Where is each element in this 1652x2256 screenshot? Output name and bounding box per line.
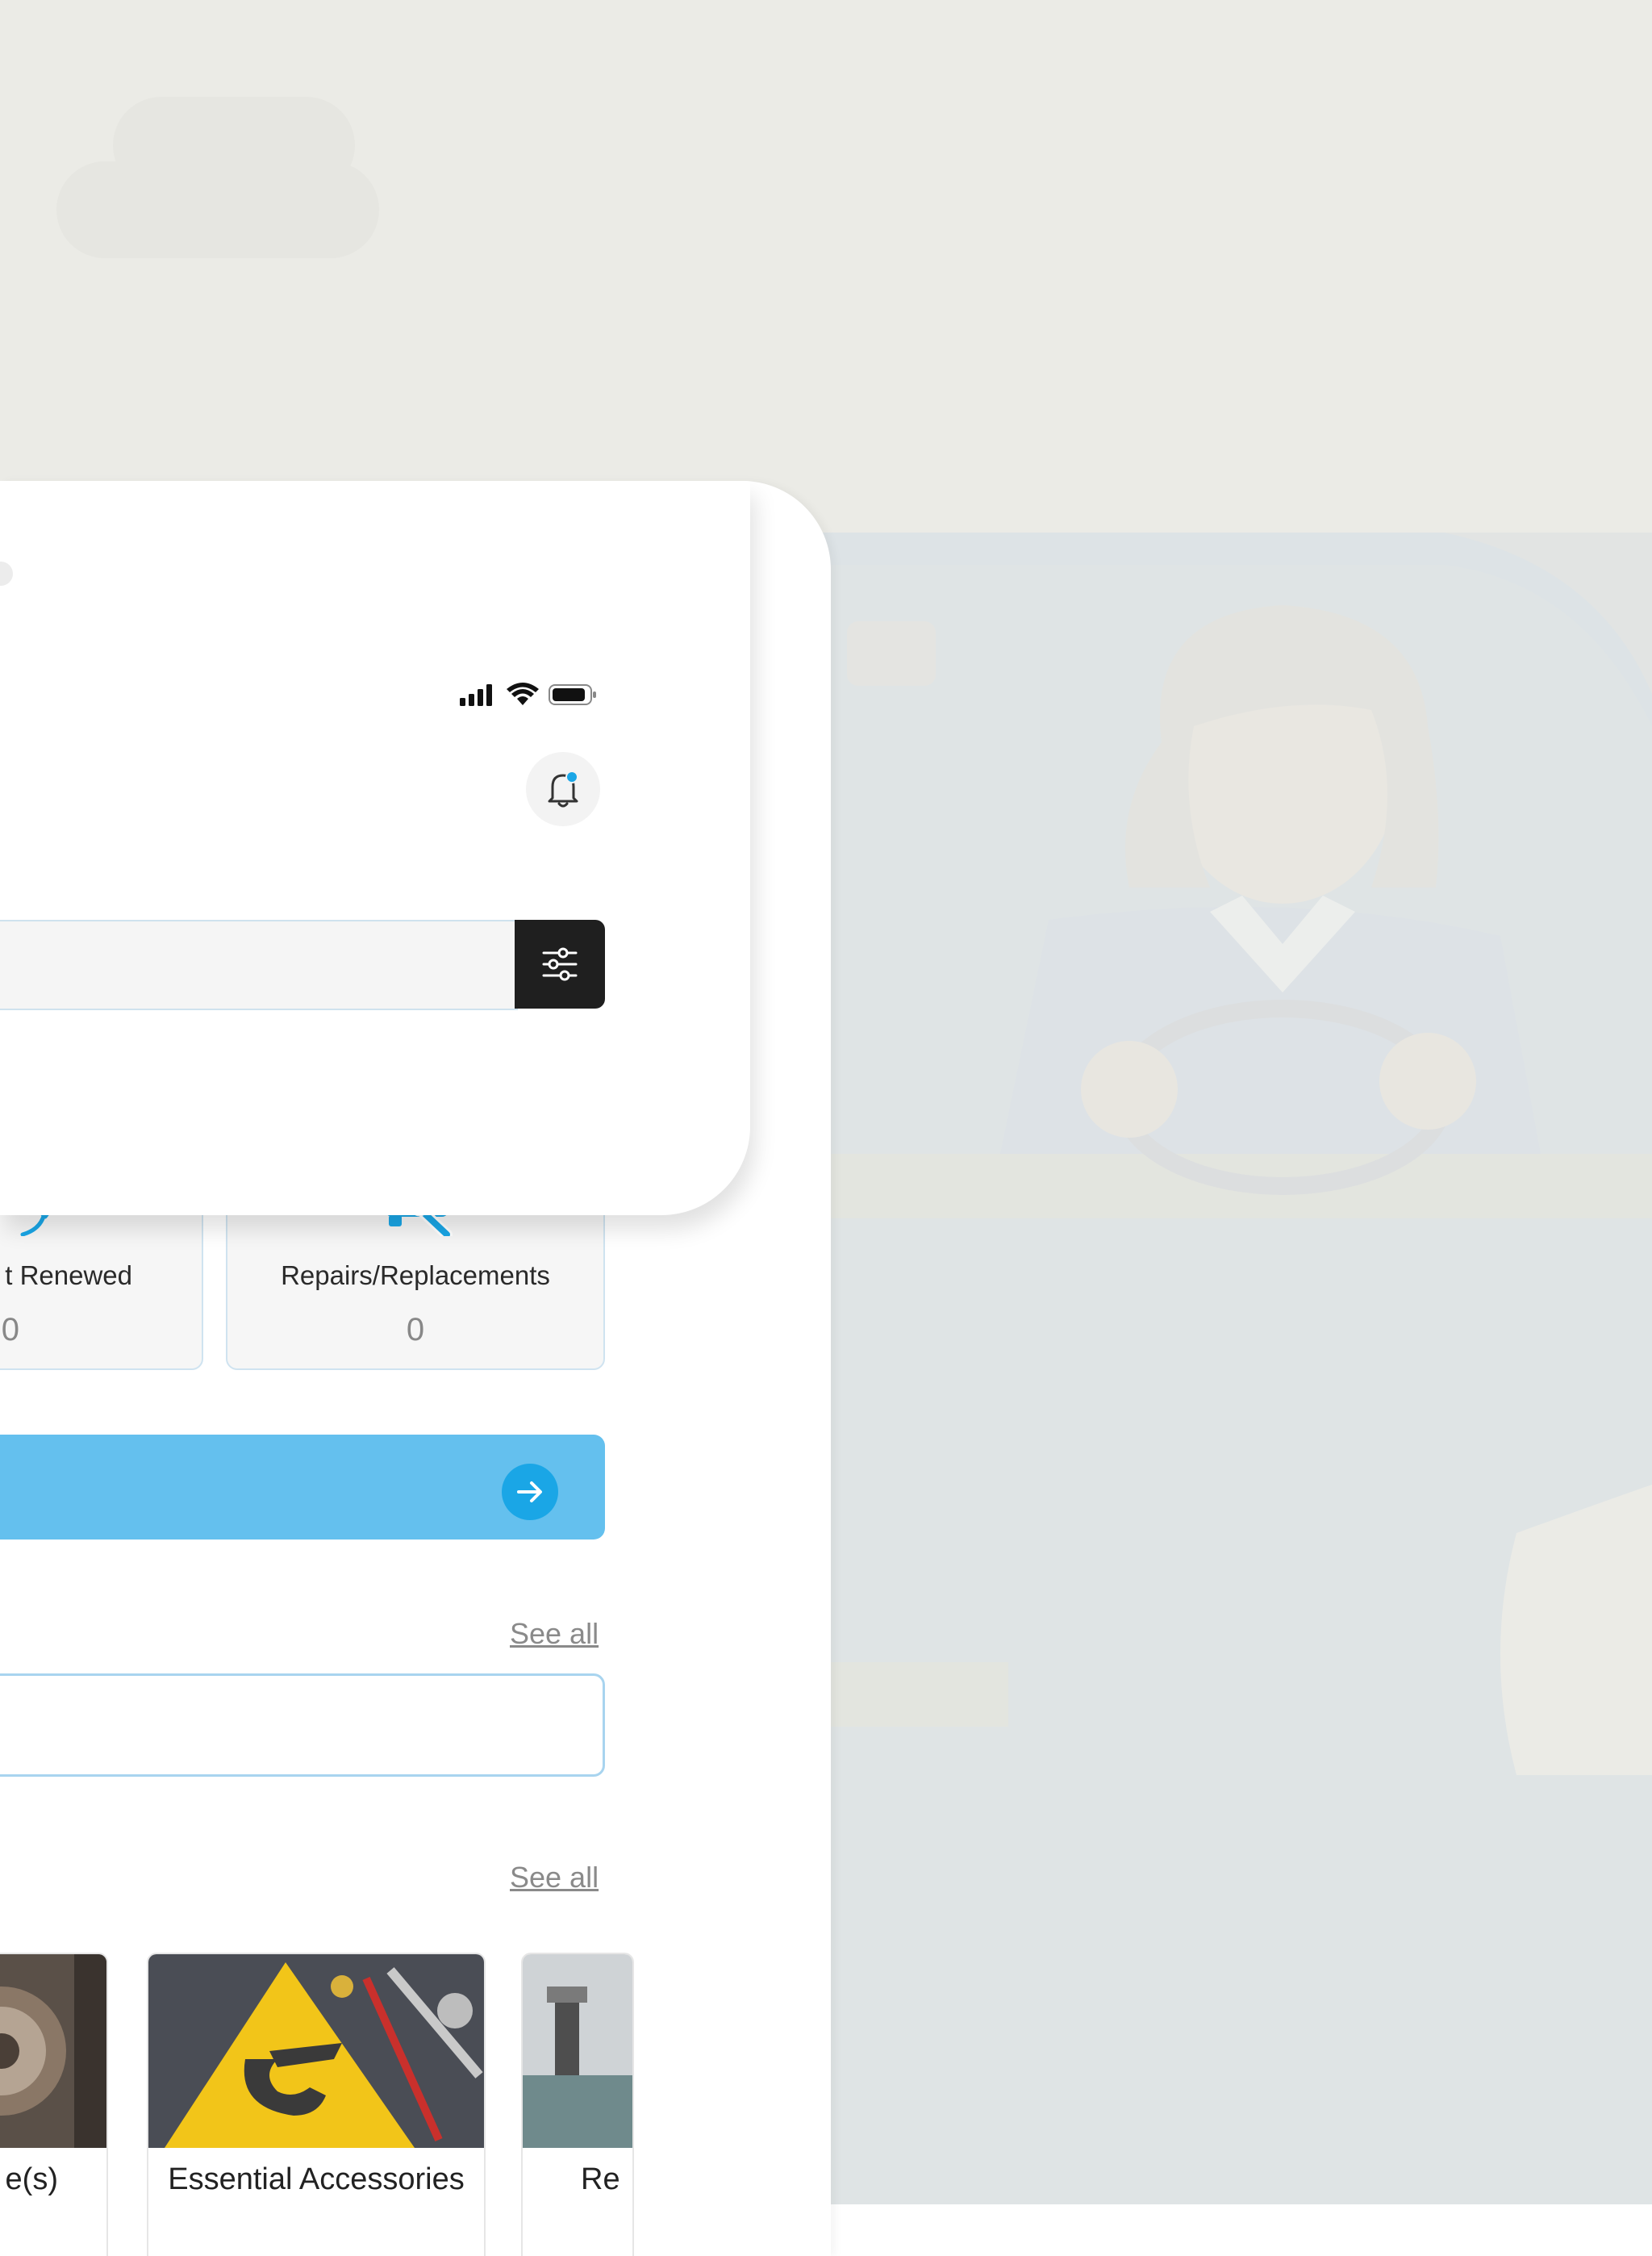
status-bar [460,683,597,707]
stat-label: Repairs/Replacements [281,1260,550,1290]
stat-label: t Renewed [5,1260,132,1290]
category-card[interactable]: e(s) [0,1953,108,2256]
filter-button[interactable] [515,920,605,1009]
category-label: Essential Accessories [168,2162,465,2196]
cta-arrow-button[interactable] [502,1464,558,1520]
cta-banner[interactable] [0,1435,605,1540]
category-image [523,1954,632,2148]
category-image [148,1954,484,2148]
phone-frame: t Renewed 0 Repairs/Replacements 0 See a… [0,481,831,2256]
see-all-link[interactable]: See all [510,1861,599,1895]
search-input[interactable] [0,921,518,1009]
battery-icon [549,684,596,705]
see-all-link[interactable]: See all [510,1617,599,1651]
bell-icon [548,771,578,808]
category-label: Re [581,2162,620,2196]
category-image [0,1954,106,2148]
notification-button[interactable] [526,752,600,826]
stat-value: 0 [406,1312,425,1347]
wifi-icon [507,683,539,705]
search-bar[interactable] [0,920,518,1010]
category-card[interactable]: Essential Accessories [147,1953,486,2256]
header-card [0,481,750,1215]
category-label: e(s) [5,2162,58,2196]
sliders-icon [542,947,578,981]
category-card[interactable]: Re [521,1953,634,2256]
section-list-box[interactable] [0,1673,605,1777]
signal-icon [460,684,492,706]
arrow-right-icon [517,1481,542,1502]
camera-dot [0,562,13,586]
stat-value: 0 [1,1312,19,1347]
